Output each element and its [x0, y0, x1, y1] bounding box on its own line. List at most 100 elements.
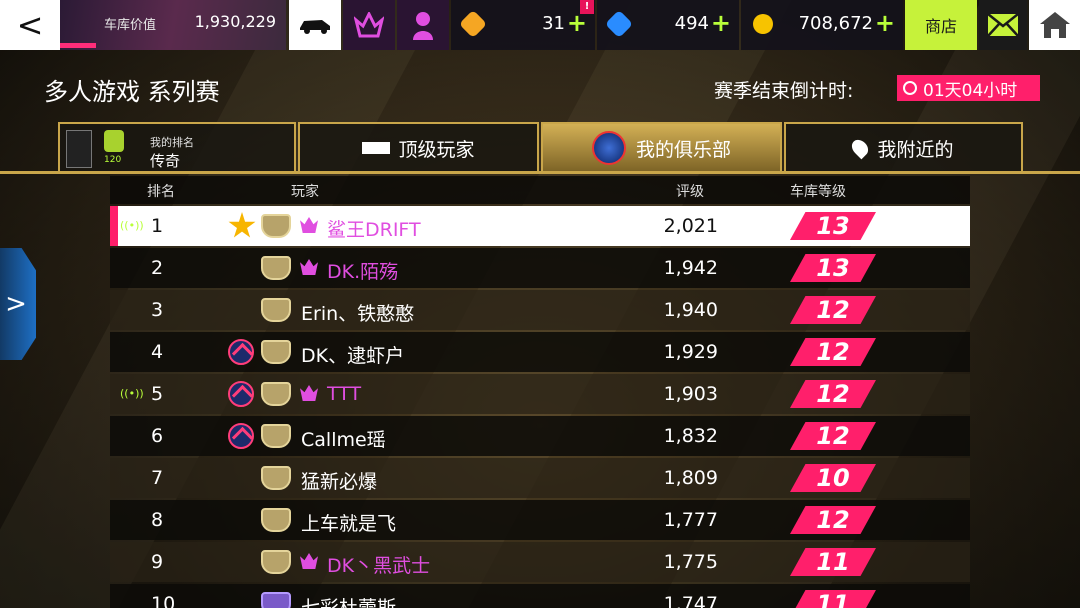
rating-cell: 1,929	[663, 341, 718, 363]
tab-near-me-label: 我附近的	[877, 138, 954, 161]
table-row[interactable]: 4 DK、逮虾户 1,929 12	[110, 332, 970, 372]
back-button[interactable]: <	[0, 0, 60, 50]
rank-cell: 10	[151, 593, 176, 608]
garage-value-bar	[60, 43, 96, 48]
player-name[interactable]: Callme瑶	[301, 425, 386, 452]
header-rank: 排名	[147, 184, 175, 200]
player-name[interactable]: 上车就是飞	[301, 509, 396, 536]
add-credits-icon[interactable]: +	[875, 9, 895, 37]
vip-crown-icon	[300, 259, 318, 275]
garage-value-panel: 车库价值 1,930,229	[60, 0, 286, 50]
blueprints-resource[interactable]: 494 +	[597, 0, 739, 50]
table-row[interactable]: 6 Callme瑶 1,832 12	[110, 416, 970, 456]
season-countdown-label: 赛季结束倒计时:	[714, 80, 854, 102]
vip-crown-icon	[300, 553, 318, 569]
garage-level-badge: 12	[790, 506, 876, 534]
garage-value-label: 车库价值	[104, 18, 157, 33]
rating-cell: 1,832	[663, 425, 718, 447]
garage-level-badge: 11	[790, 590, 876, 608]
table-row[interactable]: ((•)) 1 鲨王DRIFT 2,021 13	[110, 206, 970, 246]
car-icon	[300, 20, 330, 34]
tab-my-club[interactable]: 我的俱乐部	[541, 122, 782, 172]
garage-level-badge: 12	[790, 380, 876, 408]
credits-icon	[753, 14, 773, 34]
page-title: 多人游戏 系列赛	[44, 78, 220, 106]
vip-crown-icon	[300, 385, 318, 401]
mail-button[interactable]	[979, 0, 1027, 50]
rank-cell: 2	[151, 257, 164, 279]
blueprint-icon	[604, 9, 634, 39]
shop-button[interactable]: 商店	[905, 0, 977, 50]
league-shield-icon	[261, 424, 291, 448]
table-row[interactable]: 8 上车就是飞 1,777 12	[110, 500, 970, 540]
credits-resource[interactable]: 708,672 +	[741, 0, 903, 50]
back-arrow-icon: <	[16, 6, 44, 44]
rank-cell: 6	[151, 425, 164, 447]
player-name[interactable]: 七彩杜蕾斯	[301, 593, 396, 608]
player-name[interactable]: 鲨王DRIFT	[327, 215, 421, 242]
player-name[interactable]: DK、逮虾户	[301, 341, 404, 368]
rank-chevron-icon	[228, 381, 254, 407]
rating-cell: 1,747	[663, 593, 718, 608]
rank-cell: 1	[151, 215, 164, 237]
player-name[interactable]: TTT	[327, 383, 361, 405]
table-row[interactable]: 10 七彩杜蕾斯 1,747 11	[110, 584, 970, 608]
table-row[interactable]: ((•)) 5 TTT 1,903 12	[110, 374, 970, 414]
legend-league-badge-icon	[66, 130, 92, 168]
league-button[interactable]	[343, 0, 395, 50]
header-rating: 评级	[676, 184, 704, 200]
league-shield-icon	[261, 550, 291, 574]
rating-cell: 1,942	[663, 257, 718, 279]
rating-cell: 1,940	[663, 299, 718, 321]
top-bar: < 车库价值 1,930,229 31 + ! 494 + 708,672 + …	[0, 0, 1080, 50]
table-row[interactable]: 7 猛新必爆 1,809 10	[110, 458, 970, 498]
player-name[interactable]: Erin、铁憨憨	[301, 299, 414, 326]
garage-level-badge: 12	[790, 338, 876, 366]
garage-level-badge: 10	[790, 464, 876, 492]
league-shield-icon	[261, 256, 291, 280]
rank-chevron-icon	[228, 339, 254, 365]
header-player: 玩家	[291, 184, 319, 200]
tokens-value: 31	[542, 13, 565, 34]
home-icon	[1039, 12, 1070, 38]
tokens-resource[interactable]: 31 +	[451, 0, 595, 50]
league-shield-icon	[261, 592, 291, 608]
chevron-right-icon: >	[5, 289, 27, 319]
player-name[interactable]: 猛新必爆	[301, 467, 377, 494]
league-shield-icon	[261, 214, 291, 238]
table-row[interactable]: 2 DK.陌殇 1,942 13	[110, 248, 970, 288]
home-button[interactable]	[1029, 0, 1080, 50]
credits-value: 708,672	[798, 13, 873, 34]
garage-value: 1,930,229	[194, 12, 276, 31]
my-rank-label: 我的排名	[150, 136, 194, 149]
add-blueprints-icon[interactable]: +	[711, 9, 731, 37]
mail-icon	[987, 13, 1019, 37]
profile-button[interactable]	[397, 0, 449, 50]
rank-cell: 4	[151, 341, 164, 363]
online-indicator-icon: ((•))	[120, 219, 144, 232]
tab-my-club-label: 我的俱乐部	[635, 138, 731, 161]
blueprints-value: 494	[674, 13, 709, 34]
tab-near-me[interactable]: 我附近的	[784, 122, 1023, 172]
table-row[interactable]: 3 Erin、铁憨憨 1,940 12	[110, 290, 970, 330]
player-level: 120	[104, 155, 122, 165]
garage-level-badge: 12	[790, 296, 876, 324]
league-shield-icon	[261, 298, 291, 322]
current-player-marker	[110, 206, 118, 246]
timer-icon	[903, 81, 917, 95]
alert-badge: !	[580, 0, 594, 14]
profile-icon	[413, 12, 433, 40]
rank-cell: 8	[151, 509, 164, 531]
player-name[interactable]: DK.陌殇	[327, 257, 398, 284]
location-pin-icon	[849, 136, 872, 160]
rating-cell: 1,775	[663, 551, 718, 573]
tabs-underline	[0, 171, 1080, 174]
expand-side-panel-button[interactable]: >	[0, 248, 36, 360]
player-name[interactable]: DK丶黑武士	[327, 551, 430, 578]
rank-cell: 9	[151, 551, 164, 573]
garage-car-button[interactable]	[289, 0, 341, 50]
table-row[interactable]: 9 DK丶黑武士 1,775 11	[110, 542, 970, 582]
tab-my-rank[interactable]: 120 我的排名 传奇	[58, 122, 296, 172]
table-header: 排名 玩家 评级 车库等级	[110, 176, 970, 204]
tab-top-players[interactable]: 顶级玩家	[298, 122, 539, 172]
